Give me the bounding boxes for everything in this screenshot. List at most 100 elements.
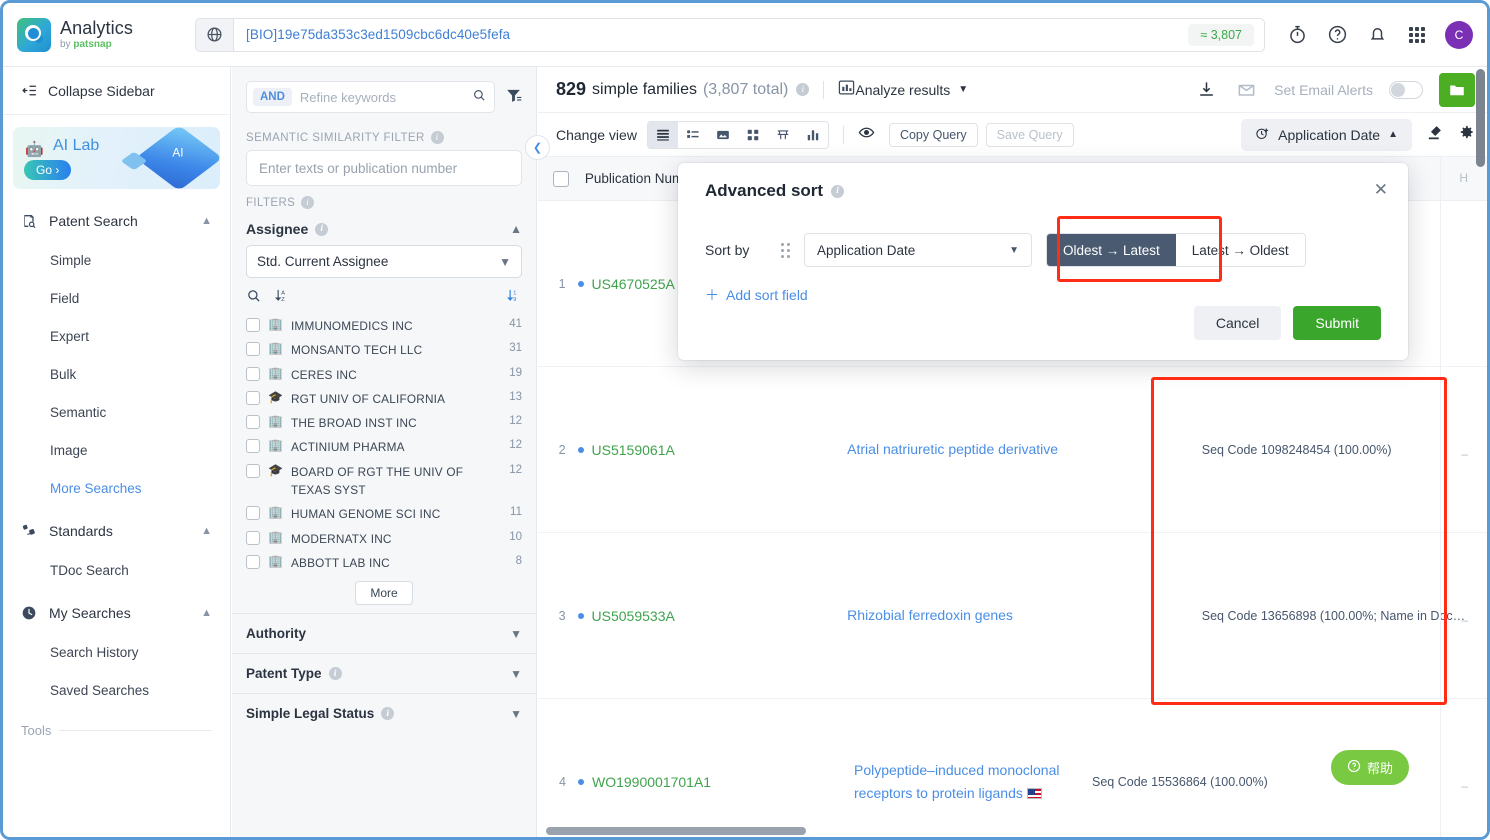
highlighter-icon[interactable] — [1426, 124, 1443, 146]
sort-field-select[interactable]: Application Date ▼ — [804, 233, 1032, 267]
email-alert-icon[interactable] — [1234, 78, 1258, 102]
collapse-sidebar-button[interactable]: Collapse Sidebar — [3, 67, 230, 115]
checkbox[interactable] — [246, 554, 260, 569]
patent-title[interactable]: Atrial natriuretic peptide derivative — [847, 438, 1194, 460]
checkbox[interactable] — [246, 342, 260, 357]
list-item[interactable]: 🎓 RGT UNIV OF CALIFORNIA 13 — [246, 387, 522, 411]
sidebar-item-simple[interactable]: Simple — [3, 241, 230, 279]
list-item[interactable]: 🏢 ABBOTT LAB INC 8 — [246, 551, 522, 575]
checkbox[interactable] — [246, 390, 260, 405]
sidebar-item-bulk[interactable]: Bulk — [3, 355, 230, 393]
row-collapse-icon[interactable]: – — [1461, 779, 1468, 793]
sidebar-item-image[interactable]: Image — [3, 431, 230, 469]
column-header-h[interactable]: H — [1459, 171, 1468, 185]
cancel-button[interactable]: Cancel — [1193, 306, 1282, 340]
email-alerts-toggle[interactable] — [1389, 80, 1423, 99]
view-detail-icon[interactable] — [678, 122, 708, 148]
facet-simple-legal-status[interactable]: Simple Legal Status i ▼ — [232, 693, 536, 733]
globe-icon[interactable] — [195, 17, 233, 52]
view-compare-icon[interactable] — [768, 122, 798, 148]
publication-number[interactable]: US5059533A — [572, 533, 848, 698]
help-circle-icon[interactable] — [1325, 23, 1349, 47]
folder-icon[interactable] — [1439, 72, 1475, 107]
ai-lab-banner[interactable]: 🤖 AI Lab Go › — [13, 127, 220, 189]
list-item[interactable]: 🏢 ACTINIUM PHARMA 12 — [246, 435, 522, 459]
analyze-results-button[interactable]: Analyze results ▼ — [855, 82, 968, 98]
eye-icon[interactable] — [858, 124, 875, 145]
ai-lab-go-button[interactable]: Go › — [24, 160, 72, 180]
checkbox[interactable] — [246, 463, 260, 478]
table-row[interactable]: 2 US5159061A Atrial natriuretic peptide … — [538, 367, 1487, 533]
search-icon[interactable] — [246, 288, 261, 306]
sidebar-item-tdoc-search[interactable]: TDoc Search — [3, 551, 230, 589]
info-icon[interactable]: i — [381, 707, 395, 721]
checkbox[interactable] — [246, 506, 260, 521]
horizontal-scrollbar[interactable] — [546, 827, 806, 835]
sidebar-item-field[interactable]: Field — [3, 279, 230, 317]
info-icon[interactable]: i — [831, 184, 845, 198]
drag-handle-icon[interactable] — [781, 242, 790, 258]
download-icon[interactable] — [1194, 78, 1218, 102]
add-sort-field-button[interactable]: ＋ Add sort field — [705, 285, 808, 305]
list-item[interactable]: 🏢 MODERNATX INC 10 — [246, 527, 522, 551]
publication-number[interactable]: US5159061A — [572, 367, 848, 532]
assignee-type-select[interactable]: Std. Current Assignee ▼ — [246, 245, 522, 278]
timer-icon[interactable] — [1285, 23, 1309, 47]
sidebar-group-my-searches[interactable]: My Searches ▲ — [3, 593, 230, 633]
scrollbar-thumb[interactable] — [1476, 69, 1485, 167]
collapse-filter-panel-button[interactable]: ❮ — [525, 135, 550, 160]
checkbox[interactable] — [246, 318, 260, 332]
copy-query-button[interactable]: Copy Query — [888, 122, 978, 147]
info-icon[interactable]: i — [430, 131, 444, 144]
search-icon[interactable] — [472, 88, 486, 107]
app-grid-icon[interactable] — [1405, 23, 1429, 47]
view-list-icon[interactable] — [647, 121, 678, 148]
boolean-operator-chip[interactable]: AND — [253, 88, 292, 106]
sidebar-item-expert[interactable]: Expert — [3, 317, 230, 355]
list-item[interactable]: 🏢 THE BROAD INST INC 12 — [246, 411, 522, 435]
brand-logo[interactable]: Analytics by patsnap — [17, 17, 177, 52]
sidebar-item-saved-searches[interactable]: Saved Searches — [3, 671, 230, 709]
semantic-similarity-input[interactable]: Enter texts or publication number — [246, 150, 522, 186]
view-image-icon[interactable] — [708, 122, 738, 148]
query-input[interactable]: [BIO]19e75da353c3ed1509cbc6dc40e5fefa ≈ … — [233, 17, 1265, 52]
row-collapse-icon[interactable]: – — [1461, 447, 1468, 461]
list-item[interactable]: 🏢 IMMUNOMEDICS INC 41 — [246, 314, 522, 338]
sidebar-item-more-searches[interactable]: More Searches — [3, 469, 230, 507]
view-grid-icon[interactable] — [738, 122, 768, 148]
sort-alpha-icon[interactable]: AZ — [274, 288, 290, 306]
list-item[interactable]: 🏢 MONSANTO TECH LLC 31 — [246, 338, 522, 362]
facet-patent-type[interactable]: Patent Type i ▼ — [232, 653, 536, 693]
assignee-filter-header[interactable]: Assignee i ▲ — [232, 215, 536, 245]
patent-title[interactable]: Polypeptide–induced monoclonal receptors… — [854, 759, 1084, 804]
checkbox[interactable] — [246, 439, 260, 454]
sidebar-group-patent-search[interactable]: Patent Search ▲ — [3, 201, 230, 241]
save-query-button[interactable]: Save Query — [985, 122, 1074, 147]
notification-bell-icon[interactable] — [1365, 23, 1389, 47]
info-icon[interactable]: i — [315, 222, 329, 236]
sort-direction-latest-oldest[interactable]: Latest → Oldest — [1175, 234, 1305, 266]
list-item[interactable]: 🎓 BOARD OF RGT THE UNIV OF TEXAS SYST 12 — [246, 460, 522, 503]
refine-keywords-input[interactable]: AND Refine keywords — [246, 81, 495, 113]
facet-authority[interactable]: Authority ▼ — [232, 613, 536, 653]
table-row[interactable]: 3 US5059533A Rhizobial ferredoxin genes … — [538, 533, 1487, 699]
list-item[interactable]: 🏢 HUMAN GENOME SCI INC 11 — [246, 502, 522, 526]
row-collapse-icon[interactable]: – — [1461, 613, 1468, 627]
patent-title[interactable]: Rhizobial ferredoxin genes — [847, 604, 1194, 626]
sidebar-item-search-history[interactable]: Search History — [3, 633, 230, 671]
checkbox[interactable] — [246, 530, 260, 545]
assignee-more-button[interactable]: More — [355, 581, 413, 606]
query-value[interactable]: [BIO]19e75da353c3ed1509cbc6dc40e5fefa — [246, 27, 1188, 42]
publication-number[interactable]: WO1990001701A1 — [572, 699, 854, 837]
gear-icon[interactable] — [1457, 123, 1475, 146]
select-all-checkbox[interactable] — [538, 170, 585, 187]
info-icon[interactable]: i — [796, 83, 810, 96]
view-chart-icon[interactable] — [798, 122, 828, 148]
sidebar-item-semantic[interactable]: Semantic — [3, 393, 230, 431]
checkbox[interactable] — [246, 366, 260, 381]
vertical-scrollbar[interactable] — [1476, 67, 1485, 837]
sort-direction-oldest-latest[interactable]: Oldest → Latest — [1047, 234, 1176, 266]
info-icon[interactable]: i — [301, 196, 315, 209]
sidebar-group-standards[interactable]: Standards ▲ — [3, 511, 230, 551]
sort-pill[interactable]: Application Date ▲ — [1241, 118, 1412, 151]
